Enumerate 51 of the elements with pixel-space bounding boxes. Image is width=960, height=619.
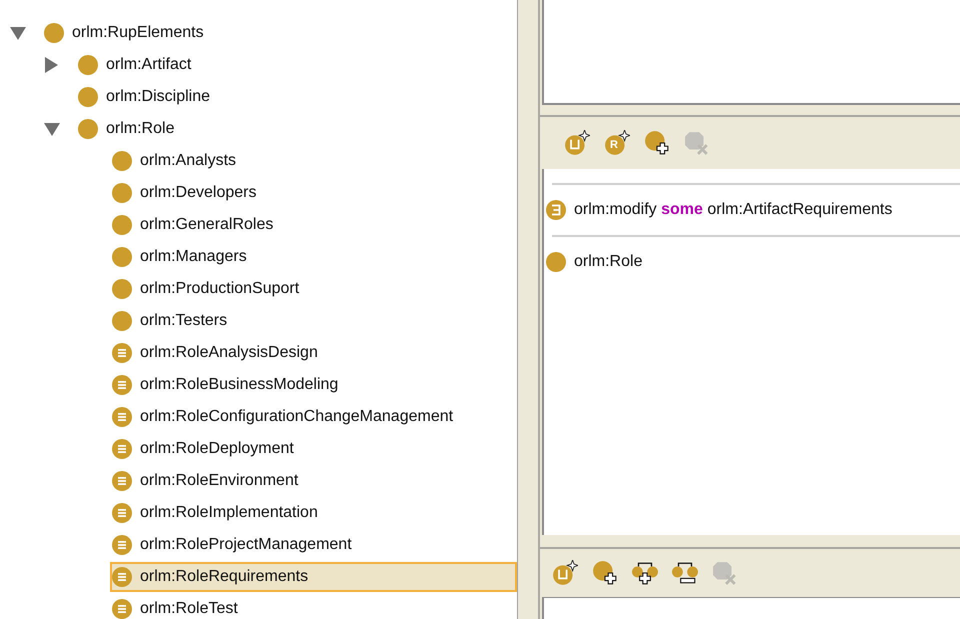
- tree-item[interactable]: orlm:RoleDeployment: [110, 434, 517, 464]
- tree-item[interactable]: orlm:RoleBusinessModeling: [110, 370, 517, 400]
- tree-item[interactable]: orlm:GeneralRoles: [110, 210, 517, 240]
- defined-class-icon: [112, 407, 132, 427]
- tree-item[interactable]: orlm:RoleImplementation: [110, 498, 517, 528]
- union-star-button[interactable]: [564, 130, 590, 156]
- defined-class-icon: [112, 471, 132, 491]
- tree-item[interactable]: orlm:Testers: [110, 306, 517, 336]
- tree-item[interactable]: orlm:Role: [76, 114, 517, 144]
- defined-class-icon: [112, 439, 132, 459]
- class-icon: [112, 247, 132, 267]
- union-star-button[interactable]: [552, 560, 578, 586]
- class-icon: [78, 87, 98, 107]
- class-icon: [44, 23, 64, 43]
- defined-class-icon: [112, 375, 132, 395]
- tree-item[interactable]: orlm:RoleProjectManagement: [110, 530, 517, 560]
- tree-item[interactable]: orlm:RoleRequirements: [110, 562, 517, 592]
- class-icon: [546, 252, 566, 272]
- tree-item[interactable]: orlm:RoleConfigurationChangeManagement: [110, 402, 517, 432]
- tree-item[interactable]: orlm:ProductionSuport: [110, 274, 517, 304]
- tree-item[interactable]: orlm:RoleAnalysisDesign: [110, 338, 517, 368]
- class-plus-button[interactable]: [592, 560, 618, 586]
- class-plus-button[interactable]: [644, 130, 670, 156]
- defined-class-icon: [112, 567, 132, 587]
- icon-letter: R: [610, 140, 618, 151]
- class-icon: [112, 183, 132, 203]
- tree-item[interactable]: orlm:Discipline: [76, 82, 517, 112]
- tree-item[interactable]: orlm:Developers: [110, 178, 517, 208]
- restriction-icon: [546, 200, 566, 220]
- tree-item[interactable]: orlm:Managers: [110, 242, 517, 272]
- defined-class-icon: [112, 535, 132, 555]
- expand-triangle-icon[interactable]: [44, 57, 58, 73]
- collapse-triangle-icon[interactable]: [10, 26, 26, 40]
- split-minus-button[interactable]: [672, 560, 698, 586]
- class-expression: orlm:Role: [574, 252, 642, 272]
- class-icon: [78, 55, 98, 75]
- defined-class-icon: [112, 503, 132, 523]
- tree-item[interactable]: orlm:RoleEnvironment: [110, 466, 517, 496]
- split-plus-button[interactable]: [632, 560, 658, 586]
- tree-item[interactable]: orlm:RoleTest: [110, 594, 517, 619]
- collapse-triangle-icon[interactable]: [44, 122, 60, 136]
- class-icon: [112, 215, 132, 235]
- class-icon: [112, 151, 132, 171]
- class-icon: [112, 311, 132, 331]
- class-icon: [112, 279, 132, 299]
- tree-item[interactable]: orlm:Artifact: [76, 50, 517, 80]
- tree-item[interactable]: orlm:Analysts: [110, 146, 517, 176]
- class-expression: orlm:modify some orlm:ArtifactRequirements: [574, 200, 892, 220]
- defined-class-icon: [112, 343, 132, 363]
- class-icon: [78, 119, 98, 139]
- tree-item[interactable]: orlm:RupElements: [42, 18, 517, 48]
